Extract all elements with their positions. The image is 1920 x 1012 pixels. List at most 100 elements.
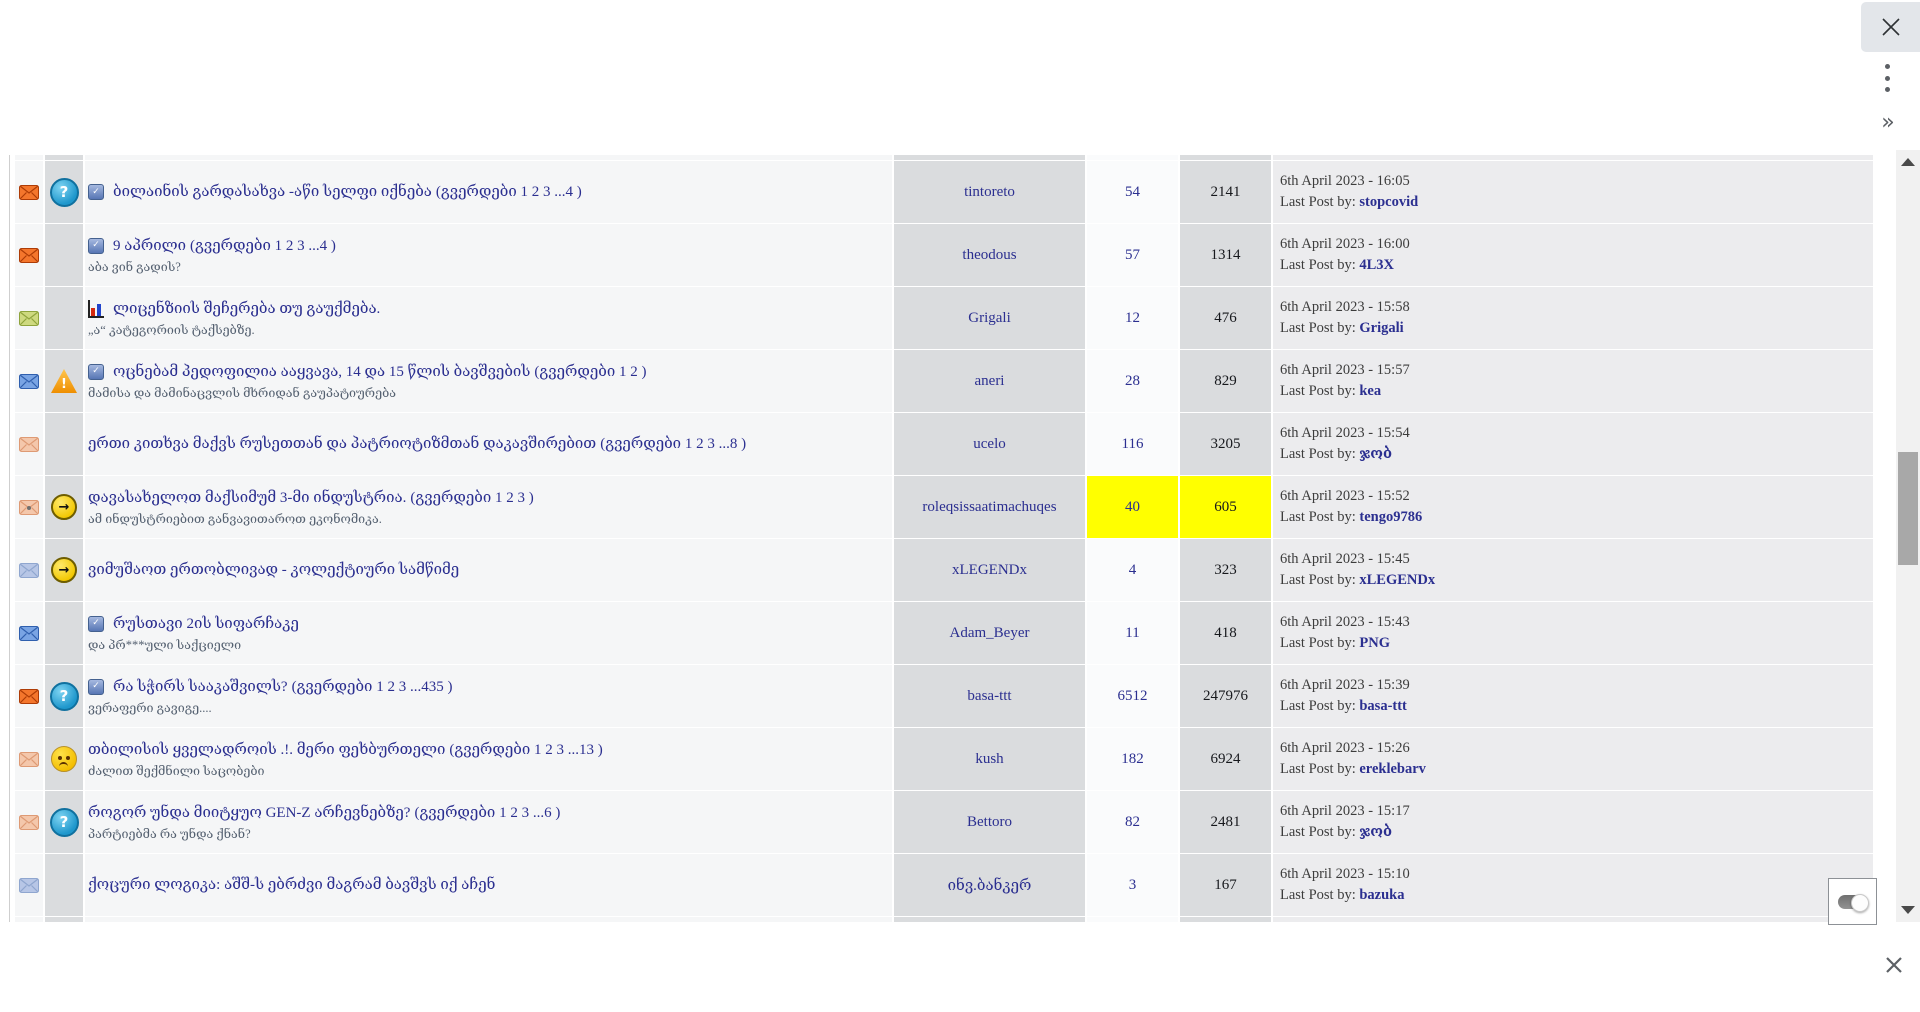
- replies-count[interactable]: 28: [1125, 373, 1140, 390]
- forum-page: ? ✓ ბილაინის გარდასახვა -აწი სელფი იქნებ…: [0, 0, 1920, 1012]
- envelope-cell: [15, 854, 43, 916]
- topic-author-link[interactable]: kush: [975, 751, 1003, 768]
- orange-envelope-icon: [19, 184, 39, 200]
- topic-title-link[interactable]: ოცნებამ პედოფილია ააყვავა, 14 და 15 წლის…: [113, 364, 530, 380]
- topic-title-link[interactable]: თბილისის ყველადროის .!. მერი ფეხბურთელი: [88, 742, 445, 758]
- author-cell: theodous: [894, 224, 1085, 286]
- last-post-user-link[interactable]: kea: [1359, 383, 1381, 399]
- replies-count[interactable]: 11: [1125, 625, 1139, 642]
- author-cell: Adam_Beyer: [894, 602, 1085, 664]
- last-post-cell: 6th April 2023 - 15:52 Last Post by: ten…: [1273, 476, 1873, 538]
- views-count: 476: [1214, 309, 1237, 326]
- last-post-user-link[interactable]: tengo9786: [1359, 509, 1422, 525]
- title-cell: ✓ ოცნებამ პედოფილია ააყვავა, 14 და 15 წლ…: [85, 350, 892, 412]
- replies-cell: 40: [1087, 476, 1178, 538]
- topic-title-link[interactable]: ქოცური ლოგიკა: აშშ-ს ებრძვი მაგრამ ბავშვ…: [88, 877, 495, 893]
- replies-count[interactable]: 6512: [1118, 688, 1148, 705]
- last-post-user-link[interactable]: PNG: [1359, 635, 1390, 651]
- topic-pages-links[interactable]: (გვერდები 1 2 3 ...8 ): [600, 436, 746, 452]
- last-post-user-link[interactable]: basa-ttt: [1359, 698, 1407, 714]
- author-cell: roleqsissaatimachuqes: [894, 476, 1085, 538]
- topic-author-link[interactable]: Adam_Beyer: [950, 625, 1030, 642]
- topic-pages-links[interactable]: (გვერდები 1 2 3 ): [410, 490, 533, 506]
- replies-count[interactable]: 12: [1125, 310, 1140, 327]
- toggle-knob: [1850, 893, 1869, 912]
- status-cell: [45, 854, 83, 916]
- topic-title-link[interactable]: რა სჭირს სააკაშვილს?: [113, 679, 288, 695]
- last-post-user-link[interactable]: ჯობ: [1359, 446, 1392, 462]
- table-row: ? როგორ უნდა მიიტყუო GEN-Z არჩევნებზე? (…: [15, 791, 1873, 853]
- topic-author-link[interactable]: aneri: [975, 373, 1005, 390]
- topic-title-link[interactable]: ბილაინის გარდასახვა -აწი სელფი იქნება: [113, 184, 432, 200]
- topic-title-link[interactable]: დავასახელოთ მაქსიმუმ 3-მი ინდუსტრია.: [88, 490, 406, 506]
- last-post-date: 6th April 2023 - 15:54: [1280, 425, 1410, 441]
- topic-author-link[interactable]: Grigali: [968, 310, 1011, 327]
- last-post-user-link[interactable]: Grigali: [1359, 320, 1403, 336]
- last-post-user-link[interactable]: stopcovid: [1359, 194, 1418, 210]
- last-post-user-link[interactable]: 4L3X: [1359, 257, 1394, 273]
- close-button-bottom[interactable]: [1884, 955, 1904, 975]
- last-post-by-label: Last Post by:: [1280, 383, 1356, 399]
- last-post-user-link[interactable]: xLEGENDx: [1359, 572, 1435, 588]
- topic-author-link[interactable]: xLEGENDx: [952, 562, 1027, 579]
- replies-count[interactable]: 54: [1125, 184, 1140, 201]
- toggle-switch[interactable]: [1837, 893, 1869, 912]
- topic-pages-links[interactable]: (გვერდები 1 2 3 ...13 ): [449, 742, 602, 758]
- topic-author-link[interactable]: ინვ.ბანკერ: [948, 876, 1032, 895]
- topic-author-link[interactable]: tintoreto: [964, 184, 1015, 201]
- topic-author-link[interactable]: roleqsissaatimachuqes: [922, 499, 1056, 516]
- last-post-user-link[interactable]: ereklebarv: [1359, 761, 1426, 777]
- last-post-cell: 6th April 2023 - 15:10 Last Post by: baz…: [1273, 854, 1873, 916]
- scrollbar-thumb[interactable]: [1898, 452, 1918, 565]
- table-row: → დავასახელოთ მაქსიმუმ 3-მი ინდუსტრია. (…: [15, 476, 1873, 538]
- topic-title-link[interactable]: ლიცენზიის შეჩერება თუ გაუქმება.: [113, 301, 380, 317]
- replies-count[interactable]: 116: [1122, 436, 1144, 453]
- views-cell: 418: [1180, 602, 1271, 664]
- topic-title-link[interactable]: რუსთავი 2ის სიფარჩაკე: [113, 616, 299, 632]
- close-icon: [1881, 18, 1900, 36]
- last-post-by-label: Last Post by:: [1280, 635, 1356, 651]
- angry-status-icon: [51, 746, 77, 772]
- replies-count[interactable]: 4: [1129, 562, 1137, 579]
- replies-count[interactable]: 57: [1125, 247, 1140, 264]
- scroll-down-icon[interactable]: [1901, 906, 1915, 914]
- topic-title-link[interactable]: ერთი კითხვა მაქვს რუსეთთან და პატრიოტიზმ…: [88, 436, 596, 452]
- topic-title-link[interactable]: 9 აპრილი: [113, 238, 186, 254]
- table-row: ! ✓ ოცნებამ პედოფილია ააყვავა, 14 და 15 …: [15, 350, 1873, 412]
- replies-cell: 182: [1087, 728, 1178, 790]
- close-button[interactable]: [1861, 2, 1920, 52]
- replies-count[interactable]: 40: [1125, 499, 1140, 516]
- replies-count[interactable]: 82: [1125, 814, 1140, 831]
- table-row: ? ✓ ბილაინის გარდასახვა -აწი სელფი იქნებ…: [15, 161, 1873, 223]
- topic-title-link[interactable]: როგორ უნდა მიიტყუო GEN-Z არჩევნებზე?: [88, 805, 410, 821]
- chevron-double-right-icon[interactable]: »: [1876, 110, 1900, 136]
- topic-pages-links[interactable]: (გვერდები 1 2 3 ...6 ): [414, 805, 560, 821]
- envelope-cell: [15, 728, 43, 790]
- views-count: 1314: [1210, 246, 1241, 263]
- last-post-by-label: Last Post by:: [1280, 257, 1356, 273]
- replies-count[interactable]: 182: [1121, 751, 1144, 768]
- topic-pages-links[interactable]: (გვერდები 1 2 3 ...435 ): [292, 679, 453, 695]
- topic-pages-links[interactable]: (გვერდები 1 2 ): [534, 364, 646, 380]
- last-post-date: 6th April 2023 - 15:10: [1280, 866, 1410, 882]
- scrollbar-track[interactable]: [1896, 150, 1920, 922]
- topic-author-link[interactable]: theodous: [962, 247, 1016, 264]
- last-post-user-link[interactable]: bazuka: [1359, 887, 1404, 903]
- status-cell: [45, 287, 83, 349]
- replies-count[interactable]: 3: [1129, 877, 1137, 894]
- views-cell: 2481: [1180, 791, 1271, 853]
- scroll-up-icon[interactable]: [1901, 158, 1915, 166]
- pale-envelope-icon: [19, 751, 39, 767]
- topic-pages-links[interactable]: (გვერდები 1 2 3 ...4 ): [436, 184, 582, 200]
- topic-author-link[interactable]: basa-ttt: [967, 688, 1011, 705]
- table-row: → ვიმუშაოთ ერთობლივად - კოლექტიური სამწი…: [15, 539, 1873, 601]
- views-cell: 3205: [1180, 413, 1271, 475]
- topic-author-link[interactable]: Bettoro: [967, 814, 1012, 831]
- kebab-menu-button[interactable]: [1881, 64, 1893, 92]
- last-post-user-link[interactable]: ჯობ: [1359, 824, 1392, 840]
- topic-pages-links[interactable]: (გვერდები 1 2 3 ...4 ): [190, 238, 336, 254]
- last-post-by-label: Last Post by:: [1280, 572, 1356, 588]
- partial-row-bottom: [15, 917, 1873, 922]
- topic-author-link[interactable]: ucelo: [973, 436, 1005, 453]
- topic-title-link[interactable]: ვიმუშაოთ ერთობლივად - კოლექტიური სამწიმე: [88, 562, 459, 578]
